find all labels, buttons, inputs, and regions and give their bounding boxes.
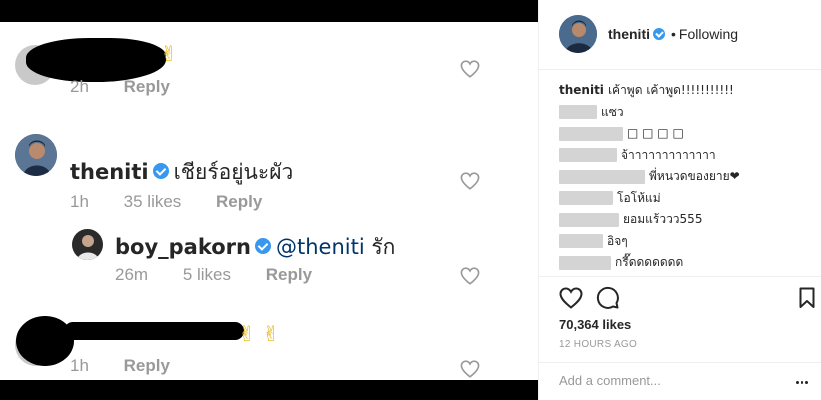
comment-text: theniti เชียร์อยู่นะผัว bbox=[70, 156, 293, 189]
verified-icon bbox=[255, 238, 271, 254]
avatar bbox=[15, 134, 57, 176]
verified-icon bbox=[653, 28, 665, 41]
heart-icon bbox=[460, 172, 480, 190]
comment-body: รัก bbox=[371, 235, 396, 259]
like-heart-icon[interactable] bbox=[559, 287, 583, 309]
following-button[interactable]: Following bbox=[679, 26, 738, 42]
heart-icon bbox=[460, 360, 480, 378]
redaction-scribble bbox=[26, 38, 166, 82]
post-timestamp[interactable]: 12 HOURS AGO bbox=[559, 339, 637, 350]
avatar-image bbox=[15, 134, 57, 176]
redacted-username bbox=[559, 234, 603, 249]
heart-icon bbox=[460, 60, 480, 78]
list-item: จ้าาาาาาาาาาาาา bbox=[559, 145, 809, 167]
comment-screenshot: ✌ 2h Reply theniti เชียร์อยู่นะผัว 1h 35 … bbox=[0, 22, 538, 380]
list-item: โอโห้แม่ bbox=[559, 188, 809, 210]
reply-button: Reply bbox=[123, 356, 170, 375]
comment-time: 2h bbox=[70, 77, 89, 96]
redacted-username bbox=[559, 126, 623, 141]
comment-time: 26m bbox=[115, 265, 149, 284]
separator-dot: • bbox=[671, 26, 676, 42]
reply-button: Reply bbox=[265, 265, 313, 284]
avatar bbox=[72, 229, 103, 260]
caption-username[interactable]: theniti bbox=[559, 80, 604, 102]
verified-icon bbox=[152, 163, 169, 179]
redaction-scribble bbox=[16, 316, 74, 366]
post-sidebar: theniti • Following theniti เค้าพูด เค้าพู… bbox=[538, 0, 821, 400]
redacted-username bbox=[559, 169, 645, 184]
photo-comment-2: theniti เชียร์อยู่นะผัว 1h 35 likes Reply bbox=[0, 112, 538, 211]
comment-text: กรี๊ดดดดดดด bbox=[615, 255, 684, 269]
profile-username[interactable]: theniti bbox=[608, 26, 650, 42]
comment-mention: @theniti bbox=[276, 235, 365, 259]
list-item: พี่หนวดของยาย❤ bbox=[559, 166, 809, 188]
comments-list[interactable]: theniti เค้าพูด เค้าพูด!!!!!!!!!!! แซว □… bbox=[559, 80, 809, 272]
comment-text: boy_pakorn @theniti รัก bbox=[115, 231, 395, 264]
redaction-scribble bbox=[64, 322, 244, 340]
comment-time: 1h bbox=[70, 356, 89, 375]
post-photo[interactable]: ✌ 2h Reply theniti เชียร์อยู่นะผัว 1h 35 … bbox=[0, 0, 538, 400]
comment-text: แซว bbox=[601, 104, 624, 119]
list-item: อิจๆ bbox=[559, 231, 809, 253]
comment-meta: 2h Reply bbox=[70, 77, 200, 97]
list-item: กรี๊ดดดดดดด bbox=[559, 252, 809, 272]
list-item: ยอมแร้ววว555 bbox=[559, 209, 809, 231]
photo-comment-4: ✌ ✌ 1h Reply bbox=[0, 302, 538, 380]
comment-username: theniti bbox=[70, 160, 149, 184]
more-icon[interactable] bbox=[796, 381, 809, 385]
redacted-username bbox=[559, 105, 597, 120]
comment-text: อิจๆ bbox=[607, 233, 628, 248]
comment-text: ยอมแร้ววว555 bbox=[623, 212, 703, 226]
redacted-username bbox=[559, 191, 613, 206]
comment-likes: 5 likes bbox=[182, 265, 231, 284]
comment-text: โอโห้แม่ bbox=[617, 190, 661, 205]
comment-body: เชียร์อยู่นะผัว bbox=[173, 160, 294, 184]
list-item: แซว bbox=[559, 102, 809, 124]
comment-text: □ □ □ □ bbox=[627, 126, 684, 140]
comment-meta: 1h Reply bbox=[70, 356, 200, 376]
add-comment-input[interactable]: Add a comment... bbox=[559, 373, 661, 388]
reply-button: Reply bbox=[123, 77, 170, 96]
bookmark-icon[interactable] bbox=[799, 287, 815, 309]
post-actions: 70,364 likes 12 HOURS AGO bbox=[539, 276, 821, 360]
caption-text: เค้าพูด เค้าพูด!!!!!!!!!!! bbox=[607, 83, 734, 97]
comment-username: boy_pakorn bbox=[115, 235, 251, 259]
avatar-image bbox=[72, 229, 103, 260]
comment-meta: 26m 5 likes Reply bbox=[115, 265, 342, 285]
emoji: ✌ ✌ bbox=[238, 322, 280, 346]
comment-text: จ้าาาาาาาาาาาาา bbox=[621, 147, 716, 162]
redacted-username bbox=[559, 255, 611, 270]
caption: theniti เค้าพูด เค้าพูด!!!!!!!!!!! bbox=[559, 80, 809, 102]
photo-comment-1: ✌ 2h Reply bbox=[0, 22, 538, 112]
heart-icon bbox=[460, 267, 480, 285]
redacted-username bbox=[559, 212, 619, 227]
comment-text: พี่หนวดของยาย❤ bbox=[649, 169, 740, 183]
comment-icon[interactable] bbox=[596, 286, 620, 310]
likes-count[interactable]: 70,364 likes bbox=[559, 317, 631, 332]
emoji: ✌ bbox=[160, 42, 178, 66]
list-item: □ □ □ □ bbox=[559, 123, 809, 145]
photo-comment-3: boy_pakorn @theniti รัก 26m 5 likes Reply bbox=[0, 207, 538, 302]
add-comment-bar: Add a comment... bbox=[539, 362, 821, 400]
header-user: theniti • Following bbox=[608, 26, 738, 42]
post-header: theniti • Following bbox=[539, 0, 821, 70]
profile-avatar[interactable] bbox=[559, 15, 597, 53]
redacted-username bbox=[559, 148, 617, 163]
avatar-image bbox=[559, 15, 597, 53]
